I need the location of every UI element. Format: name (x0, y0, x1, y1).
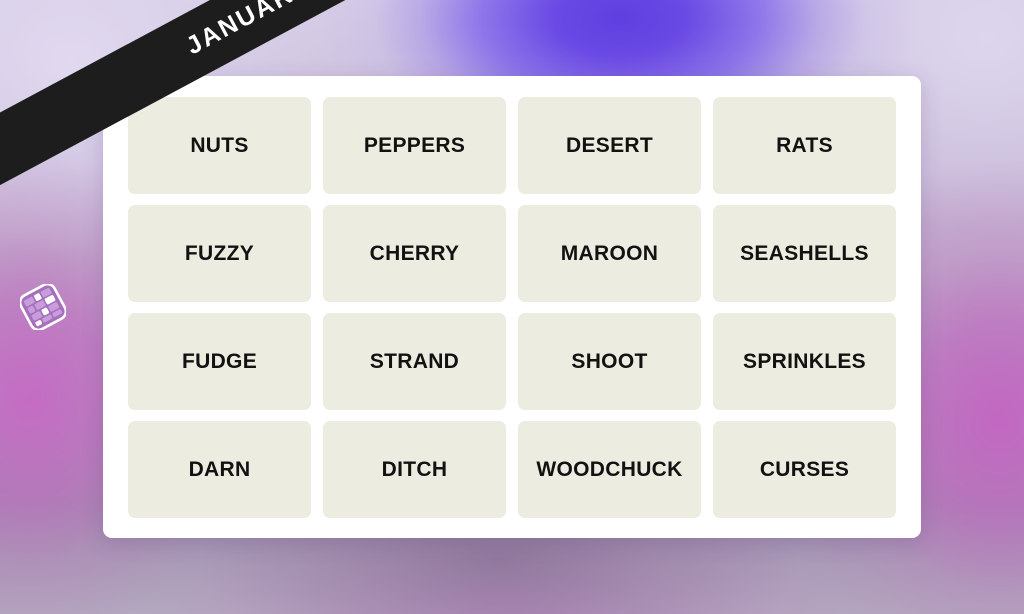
word-tile-label: FUDGE (182, 349, 257, 373)
word-tile-label: NUTS (190, 133, 249, 157)
word-tile[interactable]: FUDGE (128, 312, 311, 410)
word-tile[interactable]: MAROON (518, 204, 701, 302)
word-tile-label: STRAND (369, 349, 460, 373)
word-tile[interactable]: DITCH (323, 420, 506, 518)
word-tile[interactable]: SHOOT (518, 312, 701, 410)
connections-grid-icon (20, 284, 66, 330)
word-tile-label: SHOOT (571, 349, 648, 373)
word-tile[interactable]: RATS (713, 96, 896, 194)
word-tile[interactable]: WOODCHUCK (518, 420, 701, 518)
word-tile-label: WOODCHUCK (536, 457, 683, 481)
puzzle-board-card: NUTS PEPPERS DESERT RATS FUZZY CHERRY MAROON SE… (103, 76, 921, 538)
word-tile[interactable]: PEPPERS (323, 96, 506, 194)
connections-puzzle-screen: NUTS PEPPERS DESERT RATS FUZZY CHERRY MAROON SE… (0, 0, 1024, 614)
word-tile[interactable]: CURSES (713, 420, 896, 518)
word-tile-label: SPRINKLES (743, 349, 866, 373)
word-tile[interactable]: CHERRY (323, 204, 506, 302)
word-tile[interactable]: SPRINKLES (713, 312, 896, 410)
word-tile[interactable]: STRAND (323, 312, 506, 410)
word-tile[interactable]: SEASHELLS (713, 204, 896, 302)
word-tile[interactable]: FUZZY (128, 204, 311, 302)
word-tile[interactable]: DESERT (518, 96, 701, 194)
word-tile[interactable]: NUTS (128, 96, 311, 194)
word-tile-label: MAROON (560, 241, 659, 265)
word-tile-label: DARN (188, 457, 251, 481)
word-tile[interactable]: DARN (128, 420, 311, 518)
word-tile-label: RATS (776, 133, 833, 157)
word-tile-label: CURSES (759, 457, 850, 481)
word-tile-label: FUZZY (184, 241, 255, 265)
word-tile-grid: NUTS PEPPERS DESERT RATS FUZZY CHERRY MAROON SE… (128, 96, 896, 518)
word-tile-label: PEPPERS (363, 133, 466, 157)
word-tile-label: DITCH (381, 457, 448, 481)
word-tile-label: SEASHELLS (740, 241, 869, 265)
word-tile-label: DESERT (566, 133, 653, 157)
ribbon-date-label: JANUARY 19 (181, 0, 350, 60)
word-tile-label: CHERRY (369, 241, 460, 265)
